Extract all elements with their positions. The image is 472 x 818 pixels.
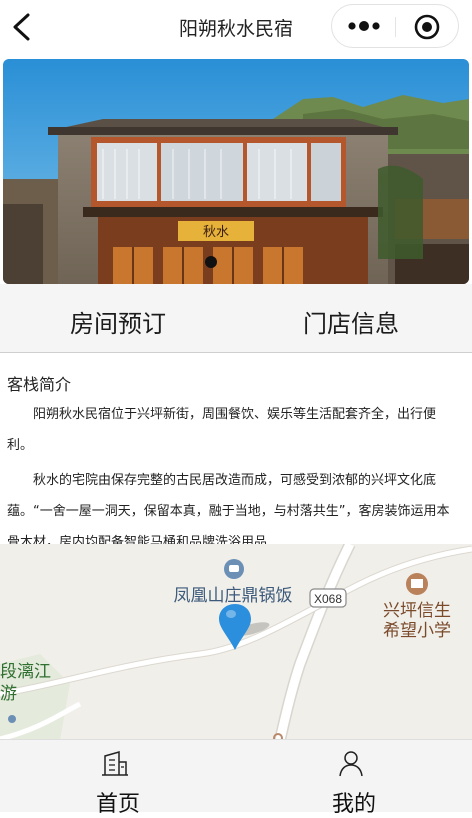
- intro-paragraph: 阳朔秋水民宿位于兴坪新街，周围餐饮、娱乐等生活配套齐全，出行便利。: [7, 407, 437, 453]
- banner-image: 秋水: [3, 59, 469, 284]
- nav-mine[interactable]: 我的: [236, 740, 472, 817]
- map-poi-river-1: 段漓江: [0, 662, 51, 681]
- map-poi-restaurant: 凤凰山庄鼎锅饭: [174, 586, 293, 605]
- map-poi-school-2: 希望小学: [383, 621, 451, 640]
- tab-bar: 房间预订 门店信息: [0, 284, 472, 353]
- map-poi-school-1: 兴坪信生: [383, 601, 451, 620]
- location-map[interactable]: 凤凰山庄鼎锅饭 X068 兴坪信生 希望小学 段漓江 游: [0, 544, 472, 740]
- map-poi-river-2: 游: [0, 684, 17, 703]
- more-dots-icon[interactable]: [346, 17, 382, 35]
- capsule-divider: [395, 17, 396, 37]
- tab-store-info[interactable]: 门店信息: [303, 304, 399, 339]
- map-canvas: 凤凰山庄鼎锅饭 X068 兴坪信生 希望小学 段漓江 游: [0, 544, 472, 740]
- banner-sign-text: 秋水: [203, 225, 229, 240]
- nav-header: 阳朔秋水民宿: [0, 0, 472, 54]
- carousel-dot-active[interactable]: [205, 256, 217, 268]
- target-close-icon[interactable]: [414, 14, 440, 40]
- nav-mine-label: 我的: [331, 792, 376, 817]
- home-building-icon: [102, 751, 128, 776]
- banner-carousel[interactable]: 秋水: [3, 59, 469, 284]
- inn-introduction: 客栈简介 阳朔秋水民宿位于兴坪新街，周围餐饮、娱乐等生活配套齐全，出行便利。 秋…: [0, 353, 472, 544]
- nav-home[interactable]: 首页: [0, 740, 236, 817]
- map-road-code: X068: [314, 592, 342, 606]
- miniprogram-capsule: [331, 4, 459, 48]
- user-icon: [339, 751, 363, 777]
- intro-heading: 客栈简介: [7, 375, 72, 394]
- bottom-navigation: 首页 我的: [0, 739, 472, 817]
- intro-paragraph: 秋水的宅院由保存完整的古民居改造而成，可感受到浓郁的兴坪文化底蕴。“一舍一屋一洞…: [7, 473, 450, 544]
- tab-room-booking[interactable]: 房间预订: [70, 304, 166, 339]
- nav-home-label: 首页: [95, 792, 140, 817]
